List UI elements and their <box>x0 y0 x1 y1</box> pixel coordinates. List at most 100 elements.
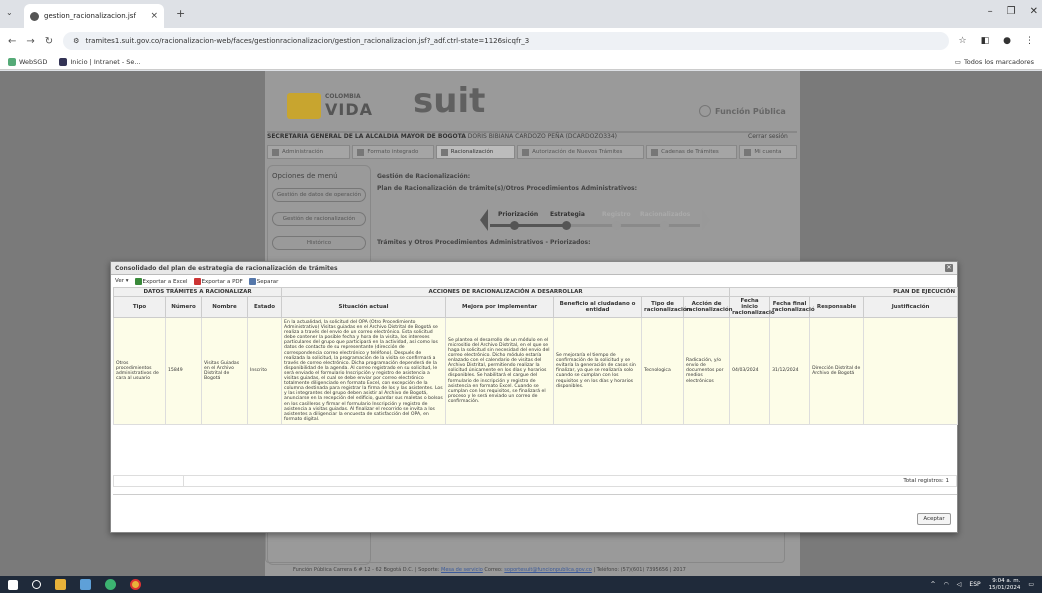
detach-button[interactable]: Separar <box>248 277 278 285</box>
consolidado-modal: Consolidado del plan de estrategia de ra… <box>110 261 959 533</box>
sidebar-item-historico[interactable]: Histórico <box>272 236 366 250</box>
modal-toolbar: Ver ▾ Exportar a Excel Exportar a PDF Se… <box>111 275 957 287</box>
close-window-icon[interactable]: ✕ <box>1030 6 1038 17</box>
folder-icon: ▭ <box>954 57 961 66</box>
menu-autorizacion[interactable]: Autorización de Nuevos Trámites <box>517 145 645 159</box>
bookmarks-bar: WebSGD Inicio | Intranet - Se... ▭ Todos … <box>0 54 1042 70</box>
entity-name: SECRETARIA GENERAL DE LA ALCALDIA MAYOR … <box>267 133 466 140</box>
step-dot-racionalizados <box>660 221 669 230</box>
menu-racionalizacion[interactable]: Racionalización <box>435 145 516 159</box>
col-accion[interactable]: Acción de racionalización <box>683 296 733 318</box>
all-bookmarks[interactable]: ▭ Todos los marcadores <box>955 58 1034 66</box>
logout-link[interactable]: Cerrar sesión <box>748 133 788 140</box>
cell-situacion: En la actualidad, la solicitud del OPA (… <box>281 317 447 425</box>
stepper-next-icon[interactable] <box>702 209 710 231</box>
col-estado[interactable]: Estado <box>246 296 283 318</box>
suit-logo: suit <box>413 81 486 121</box>
browser-tab[interactable]: gestion_racionalizacion.jsf × <box>24 4 164 28</box>
step-estrategia[interactable]: Estrategia <box>550 211 585 218</box>
url-bar[interactable]: ⚙ tramites1.suit.gov.co/racionalizacion-… <box>63 32 949 50</box>
col-justificacion[interactable]: Justificación <box>863 296 959 318</box>
cell-beneficio: Se mejoraría el tiempo de confirmación d… <box>553 317 643 425</box>
minimize-icon[interactable]: – <box>988 6 993 17</box>
step-dot-registro <box>612 221 621 230</box>
windows-start-icon[interactable] <box>8 579 18 590</box>
col-tipo[interactable]: Tipo <box>113 296 166 318</box>
col-mejora[interactable]: Mejora por implementar <box>445 296 555 318</box>
export-pdf-button[interactable]: Exportar a PDF <box>193 277 243 285</box>
group-header-row: DATOS TRÁMITES A RACIONALIZAR ACCIONES D… <box>112 287 959 297</box>
sidebar-title: Opciones de menú <box>272 172 338 180</box>
col-beneficio[interactable]: Beneficio al ciudadano o entidad <box>553 296 643 318</box>
col-tipo-rac[interactable]: Tipo de racionalización <box>641 296 691 318</box>
browser-tabbar: ⌄ gestion_racionalizacion.jsf × + – ❐ ✕ <box>0 0 1042 28</box>
clock-time: 9:04 a. m. <box>992 577 1021 584</box>
content-panel <box>265 529 785 563</box>
notifications-icon[interactable]: ▭ <box>1028 581 1034 588</box>
bookmark-websgd[interactable]: WebSGD <box>8 57 47 66</box>
funcion-publica-logo: Función Pública <box>699 105 786 117</box>
menu-formato-integrado[interactable]: Formato integrado <box>352 145 434 159</box>
maximize-icon[interactable]: ❐ <box>1007 6 1016 17</box>
group-plan-ejecucion: PLAN DE EJECUCIÓN <box>729 287 959 297</box>
group-datos-tramites: DATOS TRÁMITES A RACIONALIZAR <box>112 287 283 297</box>
cell-fecha-inicio: 04/03/2024 <box>729 317 771 425</box>
bookmark-intranet[interactable]: Inicio | Intranet - Se... <box>59 57 141 66</box>
footer-support-link[interactable]: Mesa de servicio <box>441 567 483 573</box>
tramites-title: Trámites y Otros Procedimientos Administ… <box>377 239 591 246</box>
file-explorer-icon[interactable] <box>55 579 66 590</box>
cell-accion: Radicación, y/o envío de documentos por … <box>683 317 731 425</box>
sidebar-item-racionalizacion[interactable]: Gestión de racionalización <box>272 212 366 226</box>
col-numero[interactable]: Número <box>165 296 202 318</box>
main-menu: Administración Formato integrado Raciona… <box>267 145 797 159</box>
cell-mejora: Se plantea el desarrollo de un módulo en… <box>445 317 555 425</box>
bookmark-star-icon[interactable]: ☆ <box>959 36 967 46</box>
volume-icon[interactable]: ◁ <box>957 581 962 588</box>
column-header-row: Tipo Número Nombre Estado Situación actu… <box>113 296 959 318</box>
tray-chevron-icon[interactable]: ^ <box>931 581 936 588</box>
new-tab-icon[interactable]: + <box>176 7 185 20</box>
site-info-icon[interactable]: ⚙ <box>73 37 79 45</box>
stepper-prev-icon[interactable] <box>480 209 488 231</box>
step-registro[interactable]: Registro <box>602 211 631 218</box>
teams-icon[interactable] <box>80 579 91 590</box>
language-indicator[interactable]: ESP <box>969 581 980 588</box>
forward-icon[interactable]: → <box>26 36 34 47</box>
wifi-icon[interactable]: ◠ <box>944 581 949 588</box>
menu-cadenas[interactable]: Cadenas de Trámites <box>646 145 738 159</box>
shield-icon <box>699 105 711 117</box>
col-fecha-inicio[interactable]: Fecha inicio racionalizació <box>729 296 775 318</box>
search-icon[interactable] <box>32 580 41 589</box>
menu-kebab-icon[interactable]: ⋮ <box>1025 36 1034 46</box>
tab-title: gestion_racionalizacion.jsf <box>44 12 136 20</box>
sidebar-item-datos-operacion[interactable]: Gestión de datos de operación <box>272 188 366 202</box>
view-menu-button[interactable]: Ver ▾ <box>115 278 129 284</box>
table-row[interactable]: Otros procedimientos administrativos de … <box>113 317 959 425</box>
menu-administracion[interactable]: Administración <box>267 145 351 159</box>
sidepanel-icon[interactable]: ◧ <box>981 36 990 46</box>
cell-fecha-final: 31/12/2024 <box>769 317 811 425</box>
tab-close-icon[interactable]: × <box>150 11 158 21</box>
export-excel-button[interactable]: Exportar a Excel <box>134 277 188 285</box>
profile-icon[interactable]: ● <box>1003 36 1011 46</box>
back-icon[interactable]: ← <box>8 36 16 47</box>
edge-icon[interactable] <box>105 579 116 590</box>
col-fecha-final[interactable]: Fecha final racionalizació <box>769 296 815 318</box>
modal-close-icon[interactable]: ✕ <box>945 264 953 272</box>
accept-button[interactable]: Aceptar <box>917 513 951 525</box>
col-responsable[interactable]: Responsable <box>809 296 865 318</box>
reload-icon[interactable]: ↻ <box>45 36 53 47</box>
content-subtitle: Plan de Racionalización de trámite(s)/Ot… <box>377 185 638 192</box>
chrome-icon[interactable] <box>130 579 141 590</box>
websgd-icon <box>8 57 16 66</box>
cell-numero: 15849 <box>165 317 202 425</box>
menu-mi-cuenta[interactable]: Mi cuenta <box>739 145 797 159</box>
step-racionalizados[interactable]: Racionalizados <box>640 211 690 218</box>
step-priorizacion[interactable]: Priorización <box>498 211 538 218</box>
col-situacion[interactable]: Situación actual <box>281 296 447 318</box>
col-nombre[interactable]: Nombre <box>201 296 248 318</box>
footer-email-link[interactable]: soportesuit@funcionpublica.gov.co <box>504 567 591 573</box>
clock[interactable]: 9:04 a. m. 15/01/2024 <box>989 578 1021 592</box>
tab-search-icon[interactable]: ⌄ <box>6 8 18 20</box>
table-footer-row <box>113 475 957 487</box>
